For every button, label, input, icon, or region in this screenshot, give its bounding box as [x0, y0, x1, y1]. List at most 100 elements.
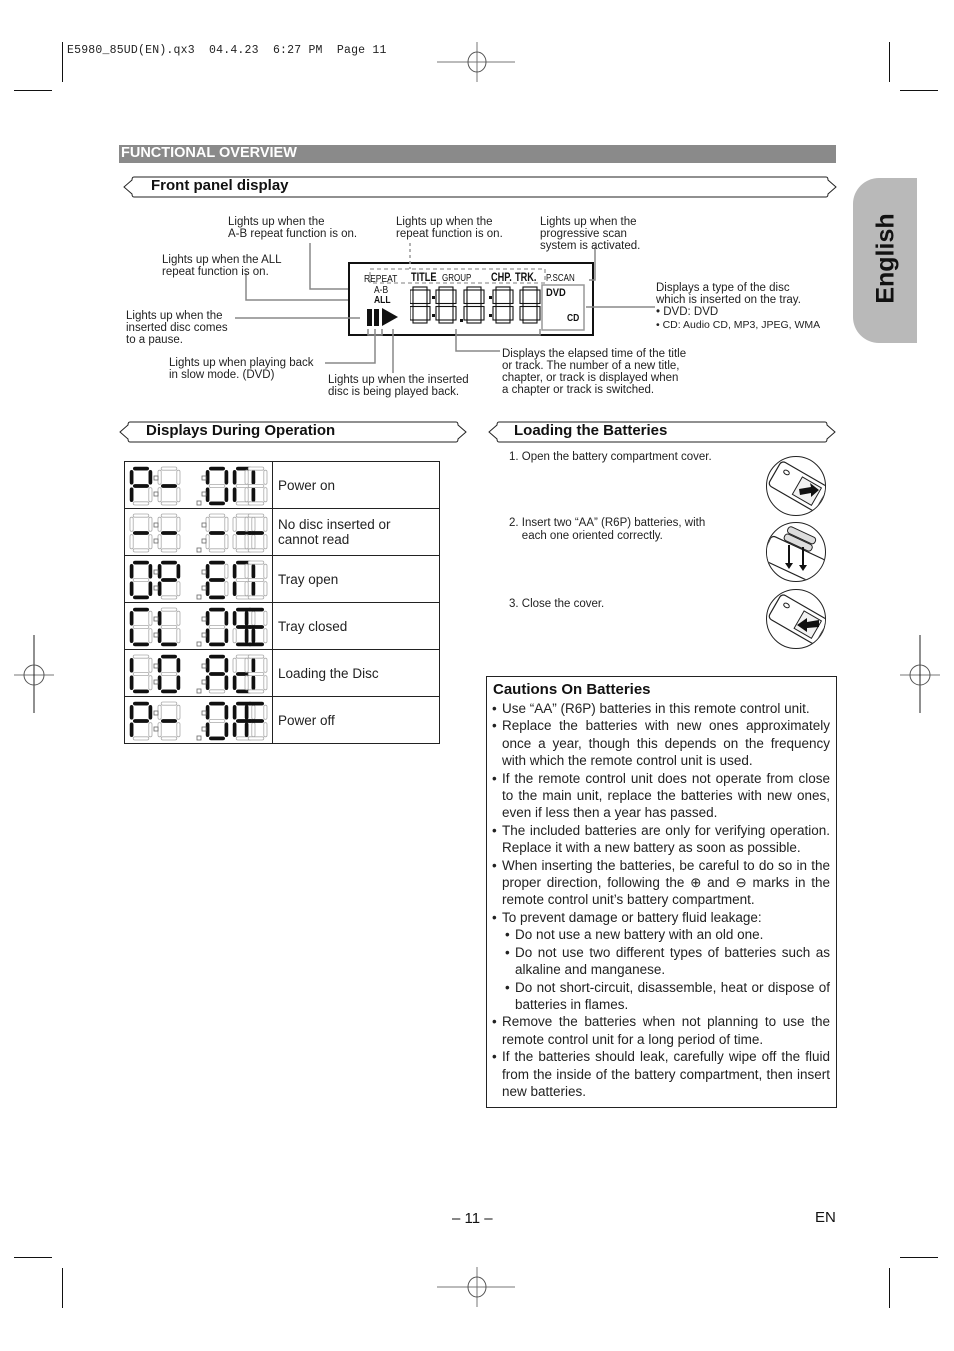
segment-d-off [160, 548, 178, 553]
decimal-point [196, 547, 202, 553]
digit [157, 466, 181, 506]
lcd-segment [492, 289, 497, 305]
callout-disc-type-cd: • CD: Audio CD, MP3, JPEG, WMA [656, 319, 821, 331]
segment-g-on [160, 578, 178, 582]
step-text: Open the battery compartment cover. [521, 451, 712, 463]
caution-item: The included batteries are only for veri… [492, 822, 830, 857]
segment-a-off [247, 560, 265, 565]
segment-c-off [251, 534, 256, 550]
crop-mark [62, 1268, 63, 1308]
segment-f-on [129, 563, 134, 579]
segment-c-off [263, 722, 268, 738]
segment-a-off [208, 513, 226, 518]
segment-d-off [160, 736, 178, 741]
segment-e-off [157, 722, 162, 738]
segment-f-on [129, 704, 134, 720]
digit [157, 513, 181, 553]
segment-c-off [148, 628, 153, 644]
segment-e-on [232, 722, 237, 738]
front-panel-title: Front panel display [151, 177, 289, 194]
lcd-label-group: GROUP [442, 273, 472, 284]
digit [157, 560, 181, 600]
digit [244, 466, 268, 506]
segment-c-off [224, 534, 229, 550]
lcd-segment [536, 305, 541, 321]
display-meaning: Tray open [272, 555, 440, 603]
remote-open-cover-icon [766, 456, 826, 516]
table-row: Power on [124, 461, 440, 509]
lcd-colon-dot [432, 314, 435, 317]
colon-dot [153, 522, 159, 528]
decimal-point [196, 735, 202, 741]
digit [205, 701, 229, 741]
segment-d-off [132, 548, 150, 553]
loading-batteries-heading: Loading the Batteries [487, 421, 837, 443]
caution-item: Replace the batteries with new ones appr… [492, 717, 830, 769]
segment-b-off [263, 469, 268, 485]
segment-d-on [208, 736, 226, 741]
segment-g-off [247, 483, 265, 488]
segment-b-off [224, 563, 229, 579]
segment-g-off [208, 624, 226, 629]
lcd-decimal-point [460, 319, 463, 322]
table-row: Power off [124, 696, 440, 744]
colon-dot [153, 710, 159, 716]
colon-dot [201, 616, 207, 622]
page-number: – 11 – [452, 1210, 493, 1227]
segment-f-off [157, 516, 162, 532]
segment-b-off [263, 657, 268, 673]
language-tab-label: English [871, 213, 900, 304]
segment-a-on [160, 654, 178, 659]
colon-dot [153, 569, 159, 575]
digit [157, 607, 181, 647]
decimal-point [196, 594, 202, 600]
segment-b-on [148, 469, 153, 485]
print-header-page: Page 11 [336, 44, 387, 57]
segment-a-on [132, 701, 150, 706]
segment-e-off [244, 675, 249, 691]
segment-e-off [232, 534, 237, 550]
segment-e-off [129, 534, 134, 550]
digit [157, 701, 181, 741]
segment-b-on [176, 657, 181, 673]
segment-g-on [132, 484, 150, 488]
segment-g-off [160, 671, 178, 676]
battery-step-1: 1. Open the battery compartment cover. [509, 451, 712, 464]
seven-segment-digits [129, 466, 268, 506]
segment-c-on [224, 722, 229, 738]
segment-g-on [132, 531, 150, 535]
digit [129, 560, 153, 600]
segment-f-off [232, 516, 237, 532]
crop-mark [62, 42, 63, 82]
segment-d-on [247, 642, 265, 647]
digit [244, 560, 268, 600]
battery-step-2: 2. Insert two “AA” (R6P) batteries, with… [509, 517, 705, 543]
lcd-digit [492, 286, 514, 324]
seven-segment-display [124, 602, 273, 650]
segment-b-off [176, 516, 181, 532]
segment-d-off [247, 736, 265, 741]
lcd-segment [452, 305, 457, 321]
colon-dot [201, 569, 207, 575]
print-header-file: E5980_85UD(EN).qx3 [67, 44, 195, 57]
segment-f-off [129, 516, 134, 532]
digit [129, 466, 153, 506]
lcd-segment [519, 289, 524, 305]
caution-item: Remove the batteries when not planning t… [492, 1013, 830, 1048]
print-header: E5980_85UD(EN).qx3 04.4.23 6:27 PM Page … [67, 44, 387, 57]
lcd-segment [438, 286, 454, 291]
segment-g-on [247, 625, 265, 629]
lcd-digits [410, 286, 541, 324]
lcd-label-dvd: DVD [546, 287, 566, 299]
segment-g-off [208, 483, 226, 488]
segment-b-on [148, 563, 153, 579]
segment-d-off [208, 689, 226, 694]
segment-c-on [251, 675, 256, 691]
callout-disc-type-dvd: • DVD: DVD [656, 306, 719, 318]
segment-f-on [129, 657, 134, 673]
registration-mark-icon [14, 635, 54, 713]
segment-g-on [132, 719, 150, 723]
segment-c-off [148, 722, 153, 738]
caution-item: If the remote control unit does not oper… [492, 770, 830, 822]
insert-batteries-icon [766, 522, 826, 582]
